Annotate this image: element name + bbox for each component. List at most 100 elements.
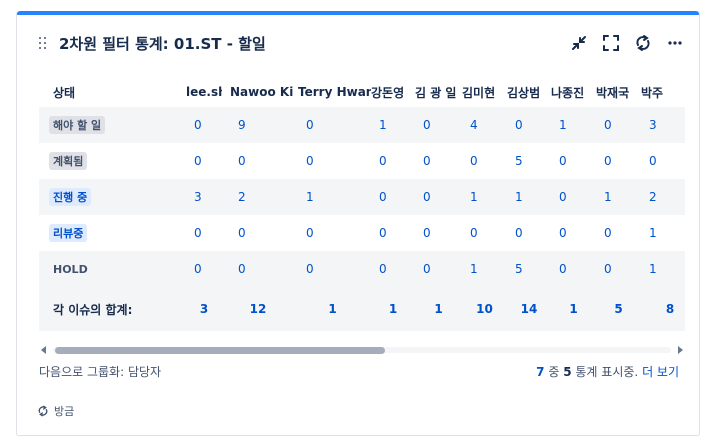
column-header[interactable]: lee.sh bbox=[186, 77, 222, 107]
count-cell[interactable]: 0 bbox=[186, 215, 222, 251]
count-cell[interactable]: 0 bbox=[551, 143, 596, 179]
count-cell[interactable]: 0 bbox=[371, 251, 415, 287]
more-actions-button[interactable] bbox=[665, 33, 685, 53]
status-lozenge: HOLD bbox=[53, 263, 88, 276]
status-lozenge: 계획됨 bbox=[49, 152, 88, 170]
count-cell[interactable]: 0 bbox=[415, 143, 462, 179]
status-cell: 리뷰중 bbox=[39, 215, 186, 251]
count-cell[interactable]: 1 bbox=[551, 107, 596, 143]
table-row: HOLD 0 0 0 0 0 1 5 0 0 1 bbox=[39, 251, 685, 287]
shown-suffix: 통계 표시중. bbox=[575, 365, 639, 379]
two-dimensional-stats-table: 상태 lee.sh Nawoo Kim Terry Hwang 강돈영 김 광 … bbox=[39, 77, 685, 341]
column-header[interactable]: 박재국 bbox=[596, 77, 641, 107]
count-cell[interactable]: 0 bbox=[641, 143, 685, 179]
count-cell[interactable]: 2 bbox=[222, 179, 294, 215]
column-header[interactable]: 박주 bbox=[641, 77, 685, 107]
total-count-cell[interactable]: 1 bbox=[294, 287, 371, 331]
status-cell: 해야 할 일 bbox=[39, 107, 186, 143]
refresh-icon bbox=[636, 35, 650, 51]
count-cell[interactable]: 3 bbox=[186, 179, 222, 215]
count-cell[interactable]: 0 bbox=[462, 143, 507, 179]
gadget-header: 2차원 필터 통계: 01.ST - 할일 bbox=[17, 31, 699, 57]
total-count-cell[interactable]: 12 bbox=[222, 287, 294, 331]
column-header[interactable]: Nawoo Kim bbox=[222, 77, 294, 107]
column-header[interactable]: 강돈영 bbox=[371, 77, 415, 107]
count-cell[interactable]: 0 bbox=[415, 179, 462, 215]
refresh-small-icon bbox=[38, 405, 48, 417]
table-header-row: 상태 lee.sh Nawoo Kim Terry Hwang 강돈영 김 광 … bbox=[39, 77, 685, 107]
horizontal-scrollbar[interactable] bbox=[39, 344, 685, 356]
count-cell[interactable]: 1 bbox=[641, 215, 685, 251]
minimize-icon bbox=[572, 36, 586, 50]
count-cell[interactable]: 0 bbox=[415, 107, 462, 143]
count-cell[interactable]: 1 bbox=[294, 179, 371, 215]
total-count-cell[interactable]: 1 bbox=[415, 287, 462, 331]
count-cell[interactable]: 4 bbox=[462, 107, 507, 143]
count-cell[interactable]: 0 bbox=[551, 179, 596, 215]
total-count: 5 bbox=[563, 365, 572, 379]
status-cell: HOLD bbox=[39, 251, 186, 287]
count-cell[interactable]: 0 bbox=[596, 107, 641, 143]
status-lozenge: 진행 중 bbox=[49, 188, 92, 206]
count-cell[interactable]: 0 bbox=[596, 215, 641, 251]
total-count-cell[interactable]: 1 bbox=[551, 287, 596, 331]
count-cell[interactable]: 1 bbox=[596, 179, 641, 215]
count-cell[interactable]: 0 bbox=[186, 143, 222, 179]
count-cell[interactable]: 3 bbox=[641, 107, 685, 143]
column-header[interactable]: Terry Hwang bbox=[294, 77, 371, 107]
count-cell[interactable]: 0 bbox=[371, 143, 415, 179]
minimize-button[interactable] bbox=[569, 33, 589, 53]
total-count-cell[interactable]: 10 bbox=[462, 287, 507, 331]
total-count-cell[interactable]: 8 bbox=[641, 287, 685, 331]
scrollbar-thumb[interactable] bbox=[55, 347, 385, 354]
count-cell[interactable]: 0 bbox=[415, 251, 462, 287]
count-cell[interactable]: 0 bbox=[551, 215, 596, 251]
shown-count: 7 bbox=[536, 365, 545, 379]
total-count-cell[interactable]: 5 bbox=[596, 287, 641, 331]
count-cell[interactable]: 0 bbox=[186, 251, 222, 287]
count-cell[interactable]: 5 bbox=[507, 251, 551, 287]
count-cell[interactable]: 0 bbox=[294, 107, 371, 143]
count-cell[interactable]: 0 bbox=[294, 215, 371, 251]
count-cell[interactable]: 1 bbox=[641, 251, 685, 287]
scroll-left-icon[interactable] bbox=[41, 346, 46, 354]
count-cell[interactable]: 0 bbox=[371, 215, 415, 251]
count-cell[interactable]: 1 bbox=[507, 179, 551, 215]
count-cell[interactable]: 0 bbox=[551, 251, 596, 287]
count-cell[interactable]: 0 bbox=[462, 215, 507, 251]
count-cell[interactable]: 0 bbox=[596, 251, 641, 287]
column-header[interactable]: 김 광 일 bbox=[415, 77, 462, 107]
drag-handle-icon[interactable] bbox=[39, 37, 49, 51]
column-header[interactable]: 김상범 bbox=[507, 77, 551, 107]
scroll-right-icon[interactable] bbox=[678, 346, 683, 354]
count-cell[interactable]: 0 bbox=[222, 215, 294, 251]
refresh-button[interactable] bbox=[633, 33, 653, 53]
table-row: 계획됨 0 0 0 0 0 0 5 0 0 0 bbox=[39, 143, 685, 179]
column-header[interactable]: 나종진 bbox=[551, 77, 596, 107]
count-cell[interactable]: 1 bbox=[462, 179, 507, 215]
count-cell[interactable]: 0 bbox=[222, 143, 294, 179]
count-cell[interactable]: 9 bbox=[222, 107, 294, 143]
fullscreen-button[interactable] bbox=[601, 33, 621, 53]
count-cell[interactable]: 0 bbox=[415, 215, 462, 251]
count-cell[interactable]: 0 bbox=[371, 179, 415, 215]
count-cell[interactable]: 0 bbox=[222, 251, 294, 287]
count-cell[interactable]: 2 bbox=[641, 179, 685, 215]
last-updated[interactable]: 방금 bbox=[37, 403, 74, 419]
group-by-text: 다음으로 그룹화: 담당자 bbox=[39, 365, 162, 379]
total-count-cell[interactable]: 3 bbox=[186, 287, 222, 331]
count-cell[interactable]: 0 bbox=[294, 251, 371, 287]
total-count-cell[interactable]: 1 bbox=[371, 287, 415, 331]
count-cell[interactable]: 0 bbox=[294, 143, 371, 179]
column-header[interactable]: 김미현 bbox=[462, 77, 507, 107]
count-cell[interactable]: 0 bbox=[507, 107, 551, 143]
count-cell[interactable]: 1 bbox=[462, 251, 507, 287]
fullscreen-icon bbox=[603, 35, 619, 51]
count-cell[interactable]: 0 bbox=[507, 215, 551, 251]
show-more-link[interactable]: 더 보기 bbox=[642, 365, 679, 379]
total-count-cell[interactable]: 14 bbox=[507, 287, 551, 331]
count-cell[interactable]: 5 bbox=[507, 143, 551, 179]
count-cell[interactable]: 0 bbox=[186, 107, 222, 143]
count-cell[interactable]: 0 bbox=[596, 143, 641, 179]
count-cell[interactable]: 1 bbox=[371, 107, 415, 143]
